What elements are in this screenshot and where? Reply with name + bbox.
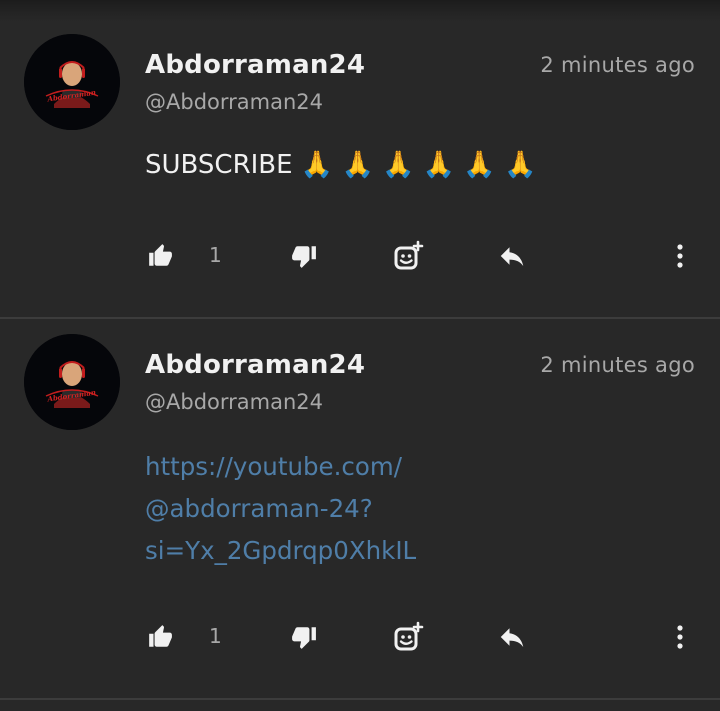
add-emoji-reaction-icon [394,621,424,651]
thumbs-down-icon [292,246,316,268]
thumbs-down-icon [292,627,316,649]
comment-handle[interactable]: @Abdorraman24 [145,90,323,114]
comment-item: Abdorraman Abdorraman24 @Abdorraman24 2 … [0,318,720,700]
like-count: 1 [209,624,222,648]
more-options-button[interactable] [664,236,696,276]
comment-link[interactable]: https://youtube.com/ @abdorraman-24? si=… [145,446,565,572]
comment-link-line: @abdorraman-24? [145,494,373,523]
add-reaction-button[interactable] [386,236,430,276]
thumbs-up-icon [149,625,172,647]
like-count: 1 [209,243,222,267]
avatar[interactable]: Abdorraman [24,34,120,130]
like-button[interactable] [140,617,180,657]
like-button[interactable] [140,236,180,276]
comment-timestamp: 2 minutes ago [540,353,695,377]
reply-icon [500,247,524,266]
more-options-button[interactable] [664,617,696,657]
dislike-button[interactable] [284,617,324,657]
more-vert-icon [677,244,683,268]
comment-link-line: si=Yx_2Gpdrqp0XhkIL [145,536,417,565]
comment-handle[interactable]: @Abdorraman24 [145,390,323,414]
reply-button[interactable] [492,236,532,276]
comment-author[interactable]: Abdorraman24 [145,350,365,380]
comment-link-line: https://youtube.com/ [145,452,402,481]
comment-text: SUBSCRIBE 🙏 🙏 🙏 🙏 🙏 🙏 [145,150,537,180]
comment-timestamp: 2 minutes ago [540,53,695,77]
thumbs-up-icon [149,244,172,266]
reply-icon [500,628,524,647]
comment-author[interactable]: Abdorraman24 [145,50,365,80]
avatar[interactable]: Abdorraman [24,334,120,430]
more-vert-icon [677,625,683,649]
comment-item: Abdorraman Abdorraman24 @Abdorraman24 2 … [0,0,720,318]
add-reaction-button[interactable] [386,617,430,657]
dislike-button[interactable] [284,236,324,276]
comment-divider [0,698,720,700]
reply-button[interactable] [492,617,532,657]
comments-page: Abdorraman Abdorraman24 @Abdorraman24 2 … [0,0,720,711]
add-emoji-reaction-icon [394,240,424,270]
